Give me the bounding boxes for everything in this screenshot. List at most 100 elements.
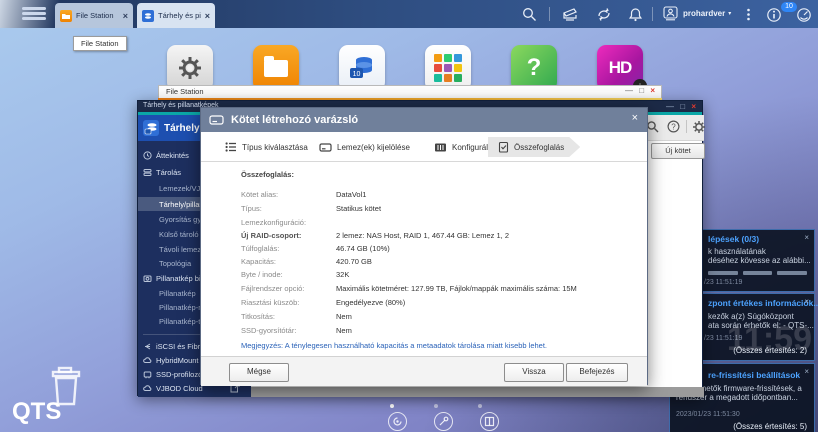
notification-count-badge: 10 [781, 2, 797, 12]
username: prohardver [683, 9, 726, 18]
row-value: 32K [336, 270, 350, 279]
wizard-note: Megjegyzés: A ténylegesen használható ka… [241, 341, 548, 350]
gear-icon[interactable] [692, 120, 707, 135]
maximize-button[interactable]: □ [680, 102, 687, 111]
folder-icon [264, 55, 288, 77]
info-icon[interactable] [766, 7, 781, 22]
row-value: Maximális kötetméret: 127.99 TB, Fájlok/… [336, 284, 577, 293]
bell-icon[interactable] [628, 7, 643, 22]
desktop-page-dot[interactable] [434, 404, 438, 408]
question-mark-icon: ? [526, 54, 542, 81]
desktop-page-dot[interactable] [478, 404, 482, 408]
volume-wizard-dialog: Kötet létrehozó varázsló × Típus kiválas… [200, 107, 648, 386]
summary-row: Kötet alias: DataVol1 [201, 190, 647, 203]
disks-icon [143, 168, 152, 177]
notification-body: k használatának [708, 247, 766, 256]
maximize-button[interactable]: □ [639, 86, 646, 95]
background-tasks-icon[interactable] [562, 7, 577, 22]
sidebar-label: Topológia [159, 258, 192, 268]
close-icon[interactable]: × [804, 297, 809, 306]
summary-row: Fájlrendszer opció: Maximális kötetméret… [201, 284, 647, 297]
sidebar-label: HybridMount [156, 355, 199, 365]
notification-timestamp: /23 11:51:19 [704, 335, 743, 342]
search-icon[interactable] [646, 120, 661, 135]
close-icon[interactable]: × [123, 11, 128, 21]
close-icon[interactable]: × [804, 367, 809, 376]
row-label: Kötet alias: [241, 190, 279, 199]
taskbar-tab-file-station[interactable]: File Station × [55, 3, 133, 28]
window-title: File Station [166, 87, 204, 96]
back-button[interactable]: Vissza [504, 363, 564, 382]
clock-icon [143, 150, 152, 160]
svg-text:?: ? [671, 122, 676, 131]
divider [652, 7, 653, 21]
step-type-selection[interactable]: Típus kiválasztása [225, 137, 308, 157]
row-label: Byte / inode: [241, 270, 283, 279]
close-icon[interactable]: × [632, 112, 638, 124]
window-controls: — □ × [666, 102, 698, 111]
sidebar-label: Pillanatkép [159, 288, 196, 298]
summary-row: Új RAID-csoport: 2 lemez: NAS Host, RAID… [201, 231, 647, 244]
dashboard-shortcut-icon[interactable] [480, 412, 499, 431]
tab-label: Tárhely és pi... [158, 11, 201, 20]
snapshot-icon [143, 274, 152, 283]
summary-row: Byte / inode: 32K [201, 270, 647, 283]
cloud-icon [143, 384, 152, 393]
notification-body: déséhez kövesse az alábbi... [708, 256, 811, 265]
tab-tooltip: File Station [73, 36, 127, 51]
summary-section-title: Összefoglalás: [241, 170, 294, 179]
tool-shortcut-icon[interactable] [434, 412, 453, 431]
svg-text:10: 10 [353, 71, 361, 78]
more-menu-icon[interactable] [746, 7, 754, 22]
window-bottom-strip [251, 387, 704, 397]
gear-icon [177, 55, 203, 81]
desktop-page-dot-active[interactable] [390, 404, 394, 408]
close-icon[interactable]: × [804, 233, 809, 242]
notification-count: (Összes értesítés: 5) [733, 422, 807, 431]
notification-timestamp: /23 11:51:19 [704, 279, 743, 286]
help-icon[interactable]: ? [667, 120, 682, 135]
row-label: Titkosítás: [241, 312, 275, 321]
dashboard-icon[interactable] [796, 7, 811, 22]
notification-title: zpont értékes információk... [708, 298, 818, 308]
sidebar-label: Tárolás [156, 167, 182, 177]
dialog-header[interactable]: Kötet létrehozó varázsló × [201, 108, 647, 132]
sidebar-label: VJBOD Cloud [156, 383, 203, 393]
search-icon[interactable] [522, 7, 537, 22]
step-label: Összefoglalás [514, 142, 565, 152]
close-button[interactable]: × [691, 102, 698, 111]
summary-row: Lemezkonfiguráció: [201, 218, 647, 231]
cancel-button[interactable]: Mégse [229, 363, 289, 382]
close-button[interactable]: × [650, 86, 657, 95]
minimize-button[interactable]: — [625, 86, 635, 95]
hd-station-label: HD [608, 58, 633, 77]
row-value: 2 lemez: NAS Host, RAID 1, 467.44 GB: Le… [336, 231, 509, 240]
step-summary-current[interactable]: Összefoglalás [488, 137, 580, 157]
minimize-button[interactable]: — [666, 102, 676, 111]
main-menu-icon[interactable] [22, 7, 46, 21]
notification-count: (Összes értesítés: 2) [733, 346, 807, 355]
clipboard-check-icon [498, 141, 509, 153]
myqnapcloud-shortcut-icon[interactable] [388, 412, 407, 431]
notification-body: ata során érhetők el: - QTS-... [708, 321, 814, 330]
ssd-icon [143, 370, 152, 379]
summary-row: Kapacitás: 420.70 GB [201, 257, 647, 270]
folder-icon [60, 9, 72, 22]
row-value: Nem [336, 312, 352, 321]
file-station-window-titlebar[interactable]: File Station — □ × [158, 85, 662, 99]
taskbar-tab-storage[interactable]: Tárhely és pi... × [137, 3, 215, 28]
notification-body: kezők a(z) Súgóközpont [708, 312, 794, 321]
step-configure[interactable]: Konfigurálás [434, 137, 496, 157]
step-disk-selection[interactable]: Lemez(ek) kijelölése [319, 137, 410, 157]
sync-icon[interactable] [596, 7, 611, 22]
finish-button[interactable]: Befejezés [566, 363, 628, 382]
window-controls: — □ × [625, 86, 657, 95]
row-label: Fájlrendszer opció: [241, 284, 305, 293]
progress-segments [708, 271, 808, 275]
user-menu[interactable]: prohardver ▾ [663, 6, 731, 21]
row-label: Kapacitás: [241, 257, 277, 266]
new-volume-button[interactable]: Új kötet [651, 143, 705, 159]
taskbar: File Station × Tárhely és pi... × prohar… [0, 0, 818, 28]
close-icon[interactable]: × [205, 11, 210, 21]
desktop: 11:59 × lépések (0/3) k használatának dé… [0, 0, 818, 432]
